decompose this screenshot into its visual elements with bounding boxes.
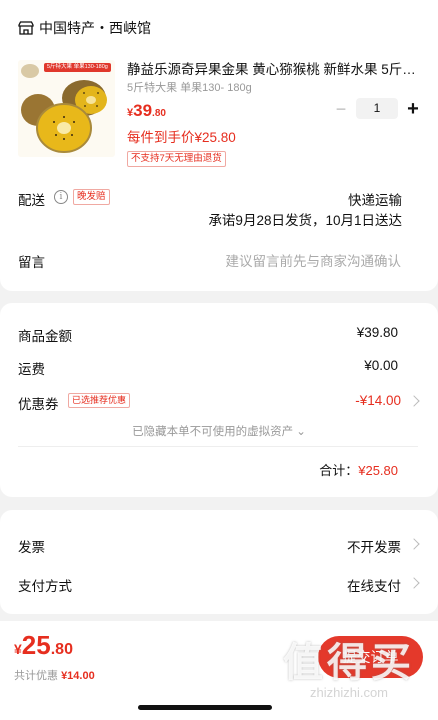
- product-title[interactable]: 静益乐源奇异果金果 黄心猕猴桃 新鲜水果 5斤特大果 单果130-180g: [127, 58, 417, 78]
- kiwi-fruit-illustration: [21, 80, 107, 153]
- quantity-minus-button[interactable]: −: [331, 99, 351, 119]
- price-integer: 39: [133, 101, 153, 120]
- shipping-value: ¥0.00: [364, 358, 398, 373]
- payment-method-label: 支付方式: [18, 579, 72, 594]
- coupon-value[interactable]: -¥14.00: [355, 393, 401, 408]
- quantity-stepper: − 1 +: [331, 98, 423, 119]
- bottom-price-decimal: .80: [50, 641, 73, 658]
- product-price: ¥39.80: [127, 101, 166, 121]
- total-value: ¥25.80: [358, 463, 398, 478]
- delivery-label: 配送: [18, 193, 45, 208]
- savings-value: ¥14.00: [61, 670, 95, 682]
- payment-card: [0, 510, 438, 614]
- shipping-label: 运费: [18, 362, 45, 377]
- invoice-label: 发票: [18, 540, 45, 555]
- savings-label: 共计优惠: [14, 670, 58, 682]
- bottom-price-integer: 25: [21, 630, 51, 660]
- bottom-price-symbol: ¥: [14, 641, 22, 657]
- goods-amount-label: 商品金额: [18, 329, 72, 344]
- coupon-label: 优惠券: [18, 397, 59, 412]
- late-compensation-tag: 晚发赔: [73, 189, 110, 205]
- home-indicator[interactable]: [138, 705, 272, 710]
- delivery-promise: 承诺9月28日发货，10月1日送达: [208, 213, 402, 228]
- message-label: 留言: [18, 255, 45, 270]
- shop-header[interactable]: 中国特产・西峡馆: [18, 18, 151, 38]
- info-icon[interactable]: i: [54, 190, 68, 204]
- invoice-value[interactable]: 不开发票: [347, 536, 401, 556]
- hidden-assets-toggle[interactable]: 已隐藏本单不可使用的虚拟资产 ⌄: [0, 423, 438, 439]
- message-input[interactable]: 建议留言前先与商家沟通确认: [226, 250, 402, 270]
- delivery-method[interactable]: 快递运输: [348, 189, 402, 209]
- total-label: 合计：: [319, 463, 359, 478]
- quantity-plus-button[interactable]: +: [403, 99, 423, 119]
- shop-icon: [18, 21, 34, 35]
- payment-method-value[interactable]: 在线支付: [347, 575, 401, 595]
- divider: [18, 446, 418, 447]
- price-decimal: .80: [152, 108, 166, 119]
- product-image[interactable]: 5斤特大果 单果130-180g: [18, 60, 115, 157]
- bottom-total-price: ¥25.80: [14, 630, 73, 661]
- submit-order-button[interactable]: 提交订单: [318, 636, 423, 678]
- shop-name: 中国特产・西峡馆: [39, 20, 151, 36]
- return-policy-tag: 不支持7天无理由退货: [127, 151, 226, 167]
- goods-amount-value: ¥39.80: [356, 325, 398, 340]
- bottom-savings: 共计优惠 ¥14.00: [14, 667, 95, 683]
- quantity-input[interactable]: 1: [356, 98, 398, 119]
- per-unit-price: 每件到手价¥25.80: [127, 130, 236, 145]
- order-total: 合计：¥25.80: [319, 460, 398, 479]
- product-spec: 5斤特大果 单果130- 180g: [127, 82, 252, 94]
- coupon-recommended-tag: 已选推荐优惠: [68, 393, 131, 408]
